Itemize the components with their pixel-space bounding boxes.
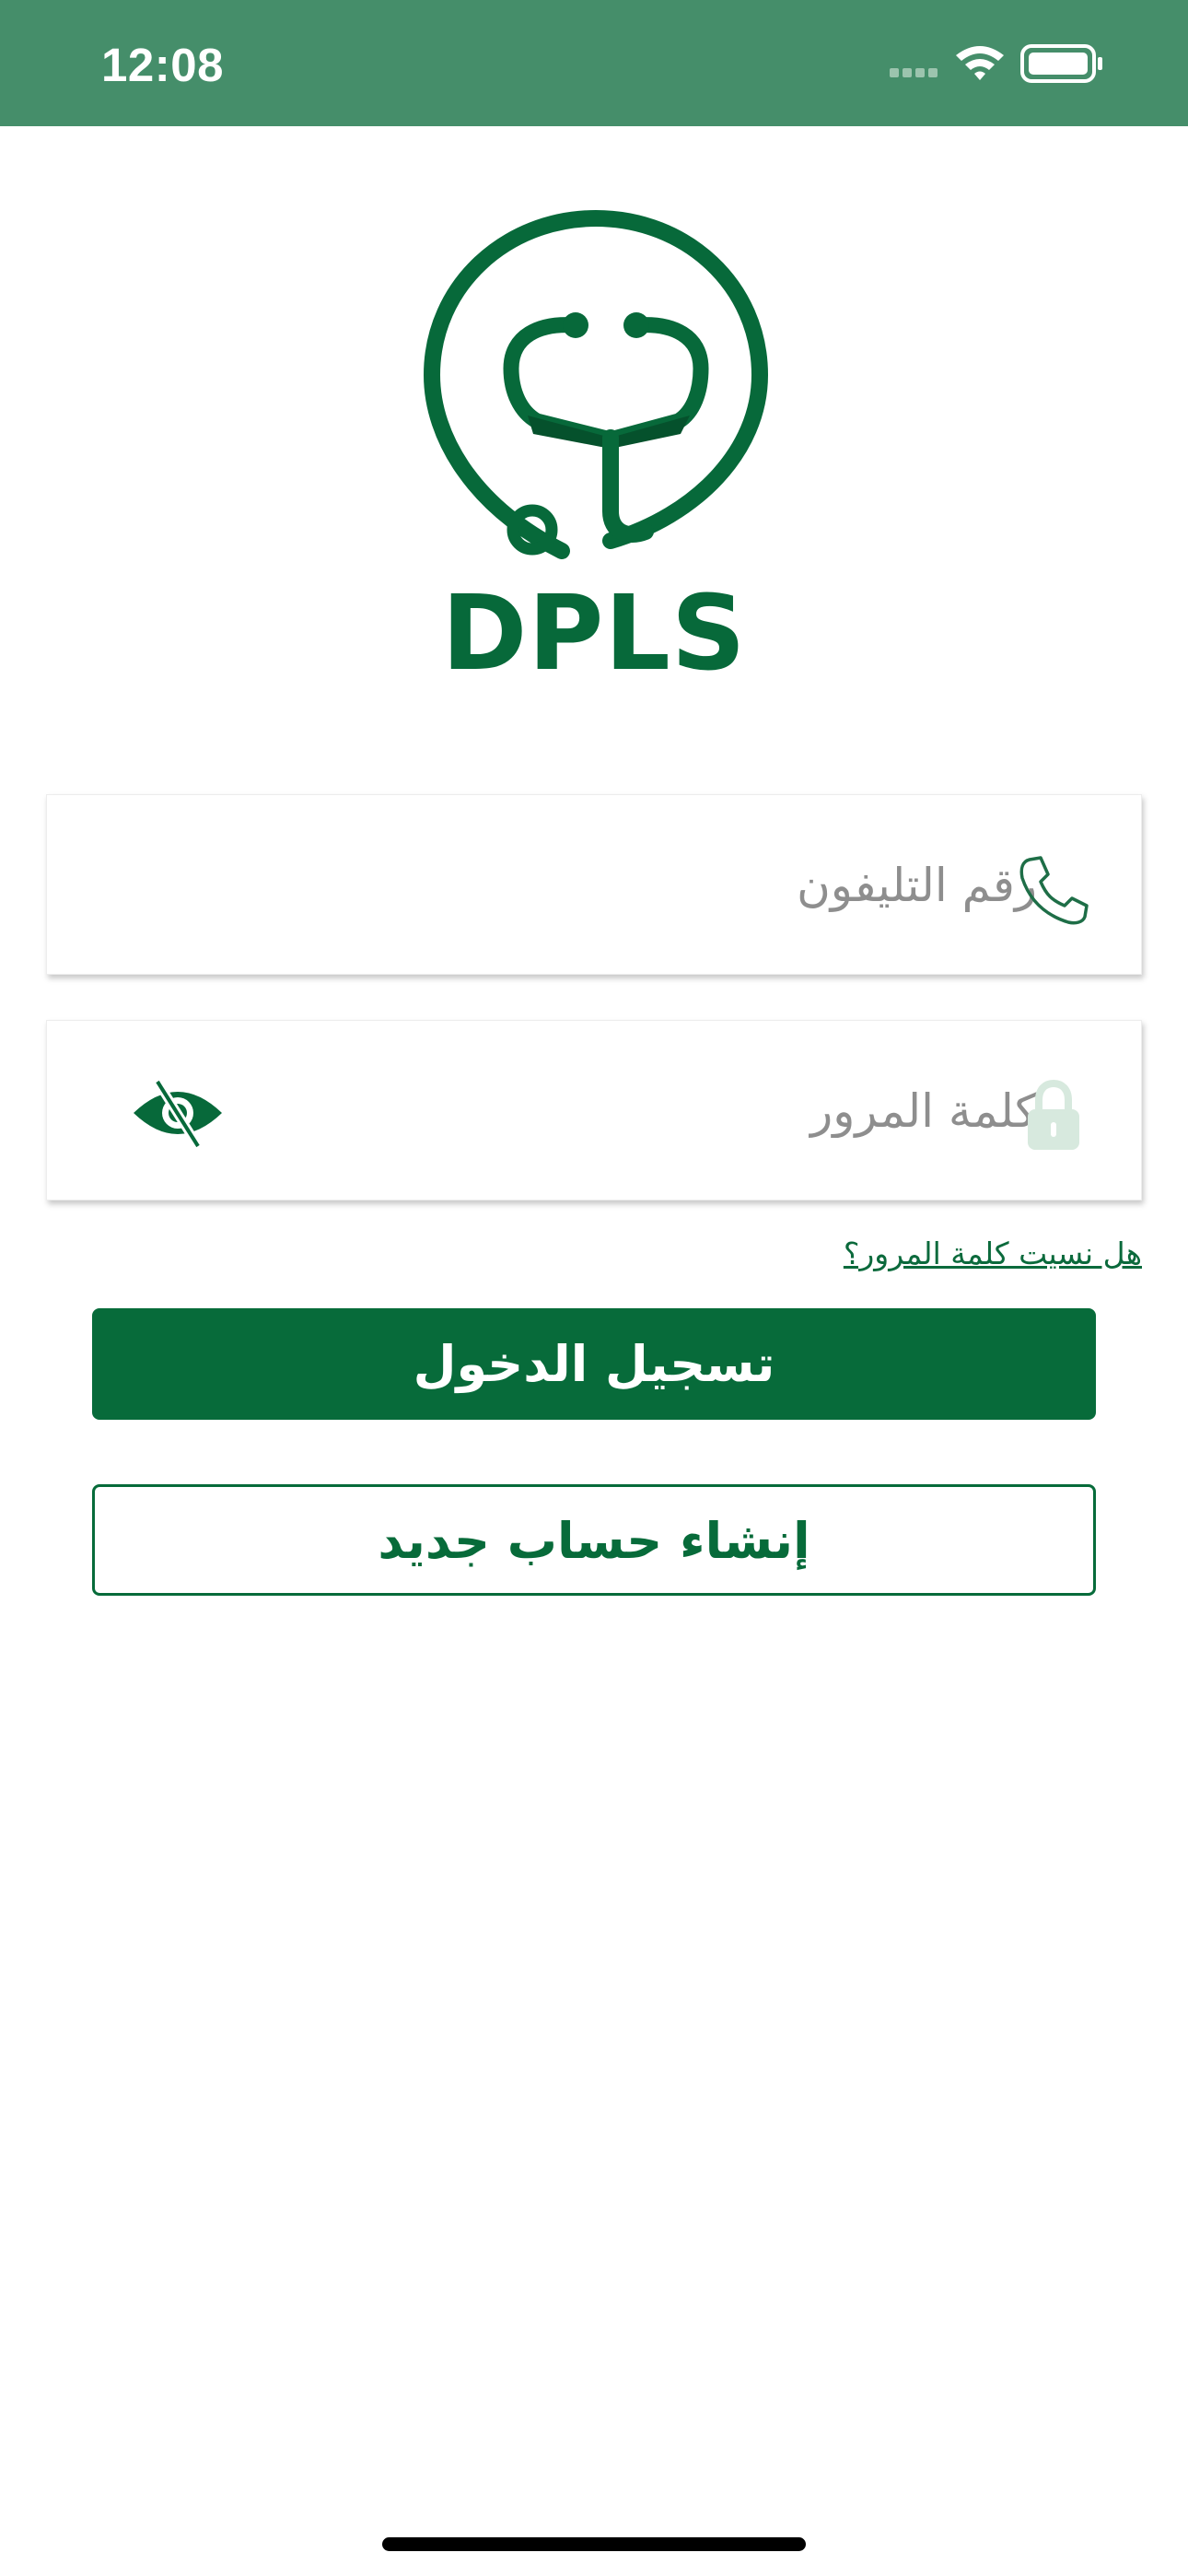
phone-input[interactable] [102, 830, 1037, 941]
password-field[interactable] [46, 1020, 1142, 1200]
cellular-signal-icon [890, 68, 938, 77]
home-indicator[interactable] [382, 2537, 806, 2551]
forgot-password-link[interactable]: هل نسيت كلمة المرور؟ [844, 1231, 1142, 1277]
status-time: 12:08 [101, 39, 224, 91]
logo-text: DPLS [441, 574, 747, 694]
login-button[interactable]: تسجيل الدخول [92, 1308, 1096, 1420]
create-account-button[interactable]: إنشاء حساب جديد [92, 1484, 1096, 1596]
battery-icon [1020, 44, 1102, 83]
password-input[interactable] [250, 1056, 1037, 1166]
eye-slash-icon[interactable] [130, 1076, 226, 1150]
wifi-icon [956, 46, 1004, 80]
phone-field[interactable] [46, 794, 1142, 975]
lock-icon [1028, 1079, 1079, 1150]
phone-icon [1019, 856, 1089, 925]
status-bar: 12:08 [0, 0, 1188, 126]
stethoscope-logo-icon [423, 209, 769, 559]
status-icons [890, 44, 1102, 83]
